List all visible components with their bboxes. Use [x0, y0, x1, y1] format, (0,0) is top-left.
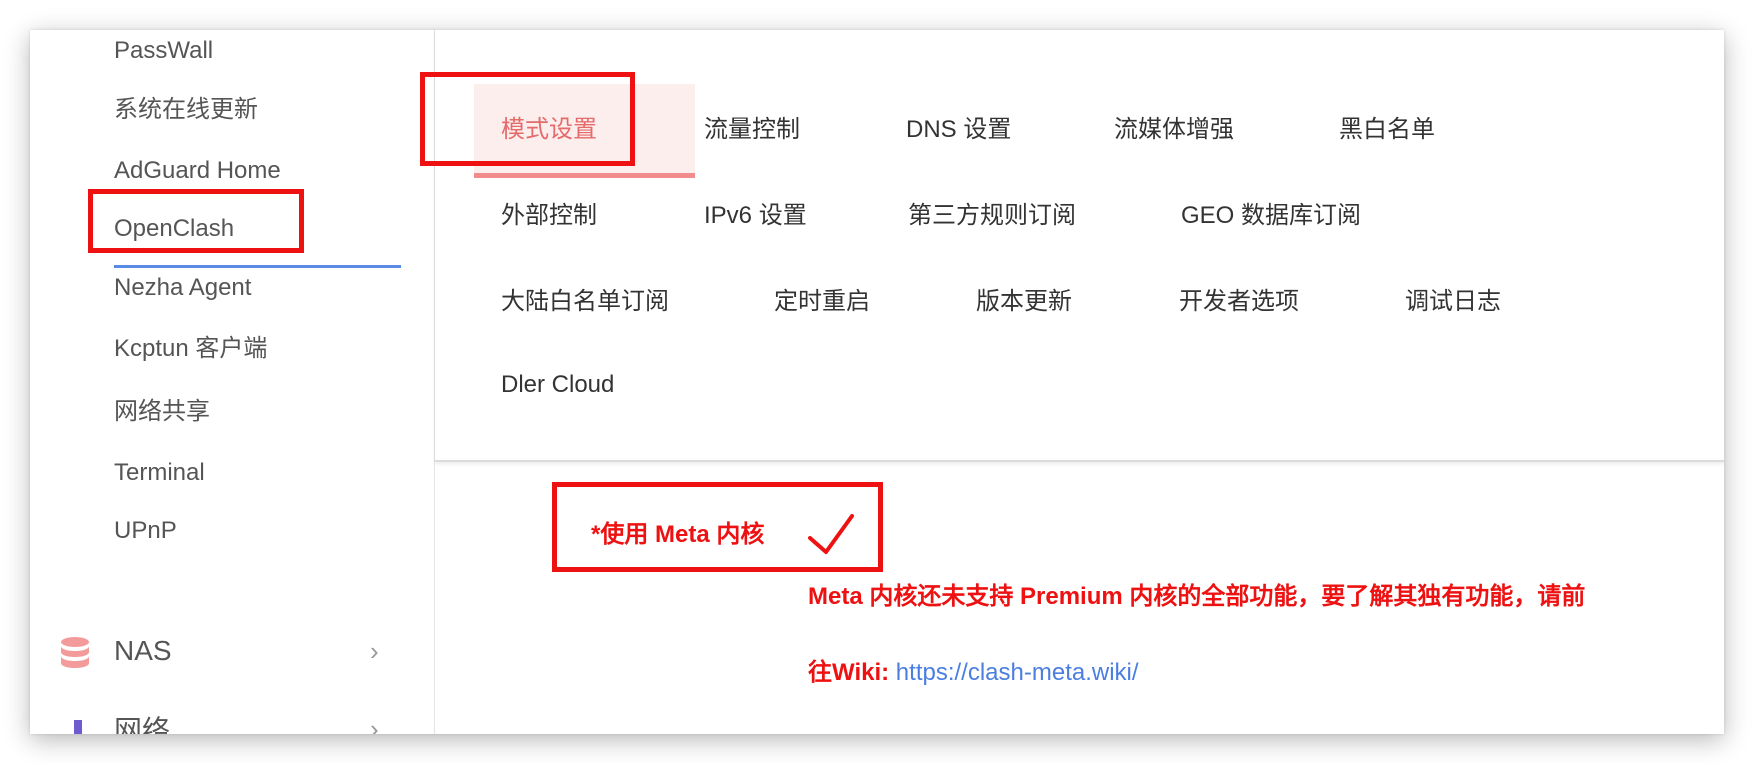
- sidebar-item-passwall[interactable]: PassWall: [114, 36, 213, 66]
- tab-scheduled-restart[interactable]: 定时重启: [774, 287, 870, 317]
- tab-dns-settings[interactable]: DNS 设置: [906, 115, 1011, 145]
- tab-third-party-rules[interactable]: 第三方规则订阅: [908, 201, 1076, 231]
- chevron-right-icon[interactable]: ›: [370, 714, 379, 734]
- checkmark-icon[interactable]: [806, 512, 856, 556]
- sidebar-item-upnp[interactable]: UPnP: [114, 516, 177, 546]
- chevron-right-icon[interactable]: ›: [370, 636, 379, 667]
- sidebar: PassWall 系统在线更新 AdGuard Home OpenClash N…: [30, 30, 435, 734]
- tab-traffic-control[interactable]: 流量控制: [704, 115, 800, 145]
- meta-kernel-note: Meta 内核还未支持 Premium 内核的全部功能，要了解其独有功能，请前: [808, 583, 1586, 610]
- tab-external-control[interactable]: 外部控制: [501, 201, 597, 231]
- highlight-mode-settings: [420, 72, 635, 166]
- sidebar-active-indicator: [114, 265, 401, 268]
- tab-streaming-enhance[interactable]: 流媒体增强: [1114, 115, 1234, 145]
- tab-black-white-list[interactable]: 黑白名单: [1339, 115, 1435, 145]
- database-icon: [61, 637, 89, 668]
- sidebar-group-nas[interactable]: NAS: [114, 634, 172, 668]
- sidebar-item-nezha-agent[interactable]: Nezha Agent: [114, 273, 251, 303]
- tab-version-update[interactable]: 版本更新: [976, 287, 1072, 317]
- sidebar-item-kcptun[interactable]: Kcptun 客户端: [114, 334, 267, 364]
- app-window: PassWall 系统在线更新 AdGuard Home OpenClash N…: [30, 30, 1724, 734]
- tab-ipv6-settings[interactable]: IPv6 设置: [704, 201, 807, 231]
- sidebar-item-adguard-home[interactable]: AdGuard Home: [114, 156, 281, 186]
- sidebar-item-system-update[interactable]: 系统在线更新: [114, 95, 258, 125]
- tab-debug-log[interactable]: 调试日志: [1405, 287, 1501, 317]
- meta-kernel-label: *使用 Meta 内核: [591, 521, 765, 548]
- highlight-openclash: [88, 189, 304, 253]
- sidebar-group-network[interactable]: 网络: [114, 714, 170, 734]
- sidebar-item-network-share[interactable]: 网络共享: [114, 397, 210, 427]
- tab-geo-database[interactable]: GEO 数据库订阅: [1181, 201, 1361, 231]
- tab-developer-options[interactable]: 开发者选项: [1179, 287, 1299, 317]
- sidebar-item-terminal[interactable]: Terminal: [114, 458, 205, 488]
- meta-kernel-note-line2: 往Wiki: https://clash-meta.wiki/: [808, 658, 1139, 688]
- wiki-link[interactable]: https://clash-meta.wiki/: [896, 659, 1139, 686]
- active-tab-indicator: [474, 173, 695, 178]
- tab-dler-cloud[interactable]: Dler Cloud: [501, 370, 614, 400]
- tab-mainland-whitelist[interactable]: 大陆白名单订阅: [501, 287, 669, 317]
- network-icon: [74, 720, 82, 734]
- wiki-prefix: 往Wiki:: [808, 659, 896, 686]
